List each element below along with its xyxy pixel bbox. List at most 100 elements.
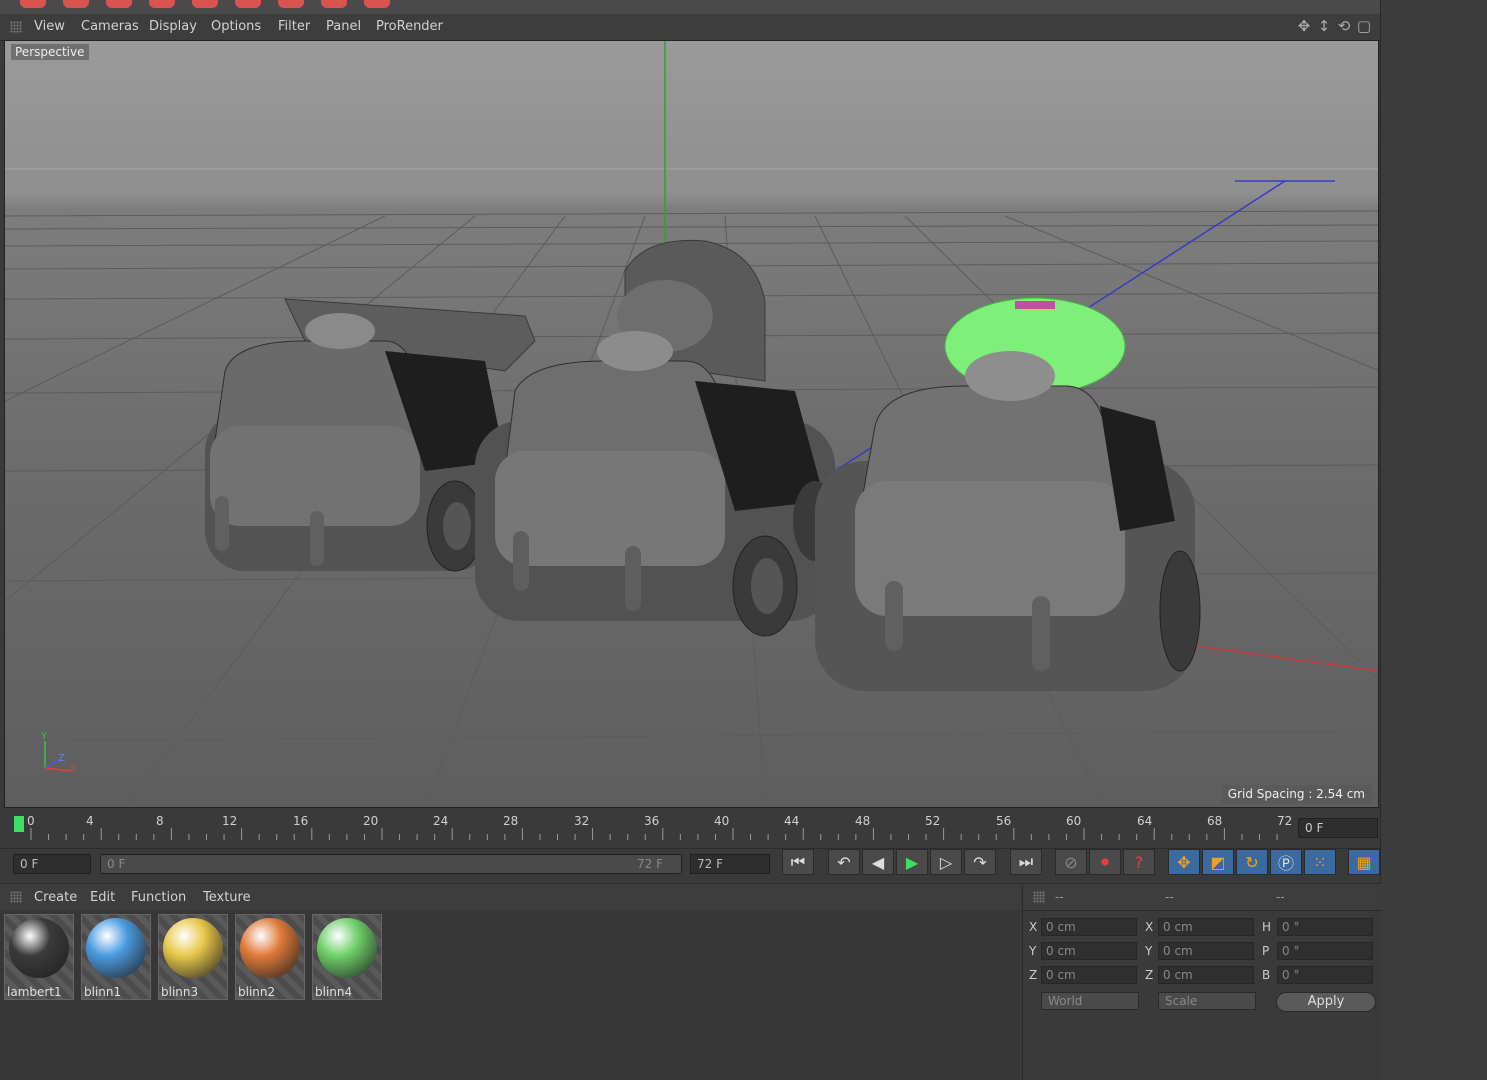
tick-label: 32 [574,814,590,828]
pos-y-label: Y [1029,944,1037,958]
menu-display[interactable]: Display [149,19,197,34]
move-view-icon[interactable]: ✥ [1296,17,1312,35]
panel-grip-icon[interactable] [1033,891,1045,903]
key-rotation-icon[interactable]: ↻ [1236,849,1268,875]
material-swatch-blinn3[interactable]: blinn3 [158,914,228,1000]
autokey-icon[interactable]: ? [1123,849,1155,875]
toolbar-button[interactable] [235,0,261,8]
rot-p-label: P [1262,944,1270,958]
range-start-label: 0 F [107,857,126,871]
apply-button[interactable]: Apply [1276,992,1376,1012]
material-preview-ball [9,918,69,978]
menu-create[interactable]: Create [34,890,77,905]
menu-cameras[interactable]: Cameras [81,19,139,34]
perspective-viewport[interactable]: Y Z X Perspective Grid Spacing : 2.54 cm [4,40,1379,808]
motion-clip-icon[interactable]: ▦ [1348,849,1380,875]
pos-z-field[interactable]: 0 cm [1041,966,1137,984]
size-z-field[interactable]: 0 cm [1158,966,1254,984]
car-model-2[interactable] [475,239,837,637]
size-mode-dropdown[interactable]: Scale [1158,992,1256,1010]
toolbar-button[interactable] [149,0,175,8]
coordinate-mode-dropdown[interactable]: World [1041,992,1139,1010]
material-swatch-blinn2[interactable]: blinn2 [235,914,305,1000]
step-forward-icon[interactable]: ▷ [930,849,962,875]
rot-h-field[interactable]: 0 ° [1277,918,1373,936]
goto-start-icon[interactable]: ⏮ [782,849,814,875]
material-preview-ball [317,918,377,978]
material-menu-bar: Create Edit Function Texture [0,884,1020,911]
toolbar-button[interactable] [106,0,132,8]
menu-filter[interactable]: Filter [278,19,310,34]
rotate-view-icon[interactable]: ⟲ [1336,17,1352,35]
dolly-view-icon[interactable]: ↕ [1316,17,1332,35]
toolbar-button[interactable] [364,0,390,8]
pos-x-field[interactable]: 0 cm [1041,918,1137,936]
rot-p-field[interactable]: 0 ° [1277,942,1373,960]
tick-label: 24 [433,814,449,828]
tick-label: 68 [1207,814,1223,828]
material-preview-ball [240,918,300,978]
panel-grip-icon[interactable] [10,891,22,903]
pos-y-field[interactable]: 0 cm [1041,942,1137,960]
rot-h-label: H [1262,920,1272,934]
prev-keyframe-icon[interactable]: ↶ [828,849,860,875]
tick-label: 52 [925,814,941,828]
maximize-view-icon[interactable]: ▢ [1356,17,1372,35]
size-x-field[interactable]: 0 cm [1158,918,1254,936]
menu-options[interactable]: Options [211,19,261,34]
material-name: blinn1 [84,985,122,999]
step-back-icon[interactable]: ◀ [862,849,894,875]
start-frame-field[interactable]: 0 F [13,854,91,874]
key-scale-icon[interactable]: ◩ [1202,849,1234,875]
material-swatch-lambert1[interactable]: lambert1 [4,914,74,1000]
material-name: blinn2 [238,985,276,999]
key-parameter-icon[interactable]: Ⓟ [1270,849,1302,875]
key-points-icon[interactable]: ⁙ [1304,849,1336,875]
goto-end-icon[interactable]: ⏭ [1010,849,1042,875]
key-position-icon[interactable]: ✥ [1168,849,1200,875]
toolbar-button[interactable] [321,0,347,8]
tick-label: 48 [855,814,871,828]
menu-function[interactable]: Function [131,890,186,905]
menu-prorender[interactable]: ProRender [376,19,443,34]
axis-label-z: Z [58,753,65,764]
material-preview-ball [86,918,146,978]
tick-label: 56 [996,814,1012,828]
menu-edit[interactable]: Edit [90,890,115,905]
toolbar-button[interactable] [20,0,46,8]
menu-view[interactable]: View [34,19,65,34]
coordinates-header: -- -- -- [1023,884,1381,911]
tick-label: 0 [27,814,35,828]
rot-b-label: B [1262,968,1271,982]
rot-b-field[interactable]: 0 ° [1277,966,1373,984]
frame-range-slider[interactable]: 0 F 72 F [100,854,682,874]
range-end-label: 72 F [637,857,663,871]
scene-render [5,41,1378,807]
material-swatch-blinn4[interactable]: blinn4 [312,914,382,1000]
current-frame-field[interactable]: 0 F [1298,818,1378,838]
key-disabled-icon[interactable]: ⊘ [1055,849,1087,875]
next-keyframe-icon[interactable]: ↷ [964,849,996,875]
play-icon[interactable]: ▶ [896,849,928,875]
menu-panel[interactable]: Panel [326,19,361,34]
axis-label-y: Y [41,731,48,742]
panel-grip-icon[interactable] [10,21,22,33]
size-z-label: Z [1145,968,1154,982]
toolbar-button[interactable] [278,0,304,8]
tick-label: 64 [1137,814,1153,828]
material-name: blinn3 [161,985,199,999]
tick-label: 8 [156,814,164,828]
car-model-3[interactable] [815,297,1201,691]
toolbar-button[interactable] [192,0,218,8]
timeline-ruler[interactable]: 0 4 8 12 16 20 24 28 32 36 40 44 48 52 5… [4,808,1379,848]
viewport-menu-bar: View Cameras Display Options Filter Pane… [0,14,1380,41]
size-y-field[interactable]: 0 cm [1158,942,1254,960]
menu-texture[interactable]: Texture [203,890,251,905]
material-swatch-blinn1[interactable]: blinn1 [81,914,151,1000]
tick-label: 12 [222,814,238,828]
tick-label: 40 [714,814,730,828]
camera-label[interactable]: Perspective [11,44,89,60]
toolbar-button[interactable] [63,0,89,8]
record-key-icon[interactable]: ⏺ [1089,849,1121,875]
end-frame-field[interactable]: 72 F [690,854,770,874]
